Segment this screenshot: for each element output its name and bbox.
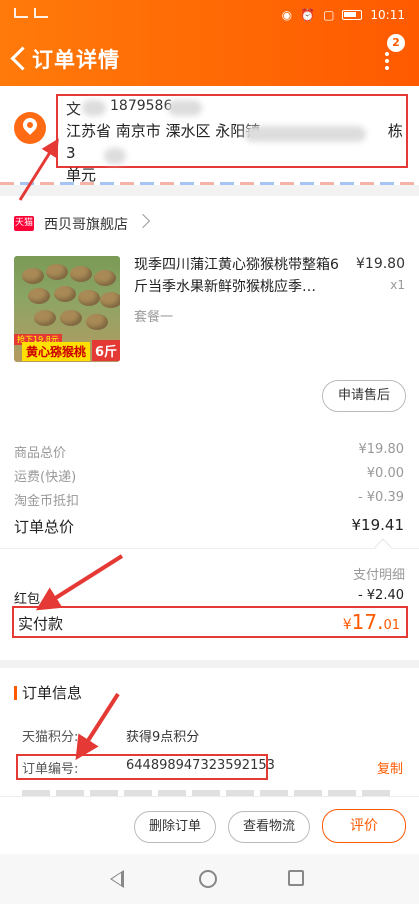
header: ◉ ⏰ ▢ 10:11 订单详情 2 [0, 0, 419, 86]
paid-decimal: 01 [383, 618, 400, 633]
payment-detail-link[interactable]: 支付明细 [353, 564, 405, 583]
status-bar: ◉ ⏰ ▢ 10:11 [0, 0, 419, 30]
alarm-icon: ⏰ [300, 8, 316, 22]
goods-total-label: 商品总价 [14, 446, 67, 461]
red-packet-label: 红包 [14, 592, 41, 607]
status-time: 10:11 [370, 8, 405, 22]
nav-back-icon[interactable] [110, 870, 124, 888]
signal-indicators [14, 8, 48, 18]
expand-caret-icon [374, 538, 392, 556]
address-line: 江苏省 南京市 溧水区 永阳镇 [66, 122, 261, 140]
order-number-label: 订单编号: [22, 762, 79, 777]
kiwi-shape [70, 266, 92, 282]
order-number-value: 644898947323592153 [126, 758, 275, 773]
copy-order-number-button[interactable]: 复制 [377, 758, 403, 777]
shipping-label: 运费(快递) [14, 470, 77, 485]
rate-button[interactable]: 评价 [322, 809, 406, 843]
section-accent-bar [14, 686, 17, 700]
kiwi-shape [22, 268, 44, 284]
product-image[interactable]: 抢下19.8元 黄心猕猴桃 6斤 [14, 256, 120, 362]
store-name[interactable]: 西贝哥旗舰店 [44, 214, 128, 234]
more-dot-icon [385, 59, 389, 63]
product-sku: 套餐一 [134, 310, 174, 325]
delete-order-button[interactable]: 删除订单 [134, 811, 216, 843]
recipient-name: 文 [66, 100, 82, 118]
order-card: 天猫 西贝哥旗舰店 抢下19.8元 黄心猕猴桃 6斤 现季四川蒲江黄心猕猴桃带整… [0, 196, 419, 660]
kiwi-shape [34, 310, 56, 326]
redaction [244, 126, 366, 142]
address-card[interactable]: 文 1879586 江苏省 南京市 溧水区 永阳镇 栋3 单元 [0, 86, 419, 184]
order-total-label: 订单总价 [14, 518, 75, 536]
order-info-title: 订单信息 [22, 684, 83, 702]
after-sale-button[interactable]: 申请售后 [322, 380, 406, 412]
actual-paid-highlight-box: 实付款 ¥17.01 [12, 606, 408, 638]
battery-icon [342, 10, 363, 20]
redaction [104, 148, 126, 164]
divider [0, 548, 419, 549]
goods-total-row: 商品总价 ¥19.80 [14, 442, 404, 464]
kiwi-shape [54, 286, 76, 302]
track-shipment-button[interactable]: 查看物流 [228, 811, 310, 843]
page-title: 订单详情 [32, 48, 120, 72]
kiwi-shape [46, 264, 68, 280]
shipping-row: 运费(快递) ¥0.00 [14, 466, 404, 488]
nav-recent-apps-icon[interactable] [288, 870, 304, 886]
more-dot-icon [385, 52, 389, 56]
nav-home-icon[interactable] [199, 870, 217, 888]
redaction [168, 100, 202, 116]
points-value: 获得9点积分 [126, 730, 200, 745]
shipping-value: ¥0.00 [366, 466, 404, 481]
signal-icon [14, 8, 28, 18]
points-label: 天猫积分: [22, 730, 79, 745]
bottom-action-bar: 删除订单 查看物流 评价 [0, 796, 419, 854]
coins-value: - ¥0.39 [357, 490, 404, 505]
actual-paid-amount: ¥17.01 [343, 610, 400, 634]
product-quantity: x1 [390, 278, 405, 292]
kiwi-shape [100, 292, 120, 308]
status-right: ◉ ⏰ ▢ 10:11 [282, 8, 405, 22]
redaction [82, 100, 106, 116]
order-total-row: 订单总价 ¥19.41 [14, 516, 404, 538]
kiwi-shape [60, 310, 82, 326]
kiwi-shape [28, 288, 50, 304]
kiwi-shape [86, 314, 108, 330]
order-total-value: ¥19.41 [351, 516, 405, 534]
title-bar: 订单详情 2 [0, 34, 419, 82]
chevron-right-icon[interactable] [135, 213, 151, 229]
paid-currency: ¥ [342, 617, 352, 633]
image-weight-tag: 6斤 [91, 340, 120, 361]
system-nav-bar [0, 854, 419, 904]
image-name-tag: 黄心猕猴桃 [22, 342, 91, 361]
kiwi-shape [94, 270, 116, 286]
back-button[interactable] [8, 42, 34, 72]
notification-badge: 2 [387, 34, 405, 52]
address-highlight-box: 文 1879586 江苏省 南京市 溧水区 永阳镇 栋3 单元 [56, 94, 408, 184]
tmall-logo: 天猫 [14, 216, 34, 231]
more-dot-icon [385, 66, 389, 70]
red-packet-value: - ¥2.40 [357, 588, 404, 603]
coins-row: 淘金币抵扣 - ¥0.39 [14, 490, 404, 512]
goods-total-value: ¥19.80 [358, 442, 405, 457]
recipient-phone: 1879586 [110, 98, 173, 114]
product-price: ¥19.80 [356, 256, 405, 272]
coins-label: 淘金币抵扣 [14, 494, 80, 509]
paid-integer: 17. [351, 610, 384, 634]
red-packet-row: 红包 - ¥2.40 [14, 588, 404, 607]
eye-icon: ◉ [281, 8, 293, 22]
mute-icon: ▢ [323, 8, 335, 22]
product-title[interactable]: 现季四川蒲江黄心猕猴桃带整箱6斤当季水果新鲜弥猴桃应季… [134, 254, 348, 298]
location-pin-icon [14, 112, 46, 144]
address-stripe-divider [0, 182, 419, 185]
actual-paid-label: 实付款 [18, 615, 64, 633]
wifi-icon [34, 8, 48, 18]
kiwi-shape [78, 290, 100, 306]
